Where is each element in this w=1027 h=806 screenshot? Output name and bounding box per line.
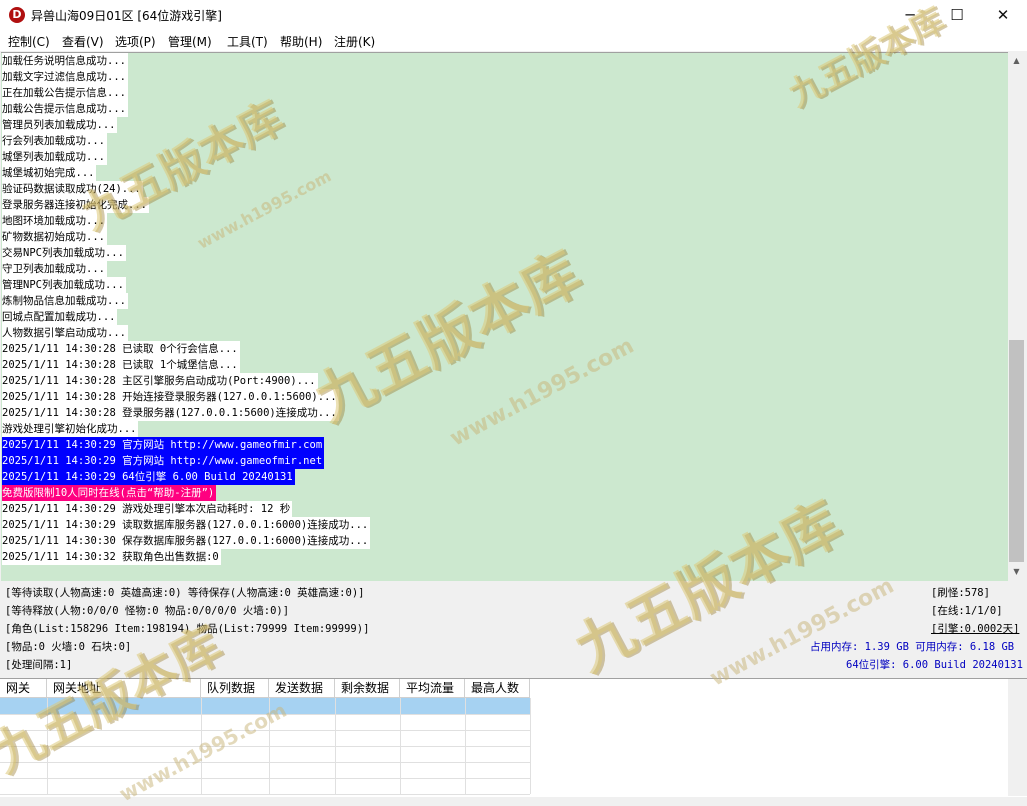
status-role-item: [角色(List:158296 Item:198194) 物品(List:799…: [5, 623, 370, 635]
status-refresh-monster: [刷怪:578]: [931, 587, 990, 599]
log-line: 2025/1/11 14:30:29 游戏处理引擎本次启动耗时: 12 秒: [2, 501, 293, 517]
column-header-max-users[interactable]: 最高人数: [465, 679, 530, 698]
scroll-down-arrow-icon[interactable]: ▼: [1008, 563, 1025, 580]
maximize-button[interactable]: ☐: [934, 0, 980, 31]
log-output[interactable]: 加载任务说明信息成功... 加载文字过滤信息成功... 正在加载公告提示信息... 加…: [1, 52, 1008, 581]
log-line: 2025/1/11 14:30:29 64位引擎 6.00 Build 2024…: [2, 469, 295, 485]
log-line: 守卫列表加载成功...: [2, 261, 107, 277]
log-line: 人物数据引擎启动成功...: [2, 325, 128, 341]
table-row[interactable]: [0, 762, 531, 779]
scroll-thumb[interactable]: [1009, 340, 1024, 562]
scroll-up-arrow-icon[interactable]: ▲: [1008, 52, 1025, 69]
menu-register[interactable]: 注册(K): [334, 33, 375, 50]
log-line: 正在加载公告提示信息...: [2, 85, 128, 101]
menu-bar: 控制(C) 查看(V) 选项(P) 管理(M) 工具(T) 帮助(H) 注册(K…: [0, 31, 1027, 51]
log-line: 登录服务器连接初始化完成...: [2, 197, 149, 213]
status-objects: [物品:0 火墙:0 石块:0]: [5, 641, 132, 653]
table-row[interactable]: [0, 714, 531, 731]
status-engine-uptime[interactable]: [引擎:0.0002天]: [931, 620, 1019, 638]
table-cell[interactable]: [0, 698, 531, 714]
table-cell[interactable]: [0, 778, 531, 794]
table-cell[interactable]: [0, 730, 531, 746]
title-bar: D 异兽山海09日01区 [64位游戏引擎] ─ ☐ ✕: [0, 0, 1027, 31]
column-header-remain-data[interactable]: 剩余数据: [335, 679, 400, 698]
menu-tools[interactable]: 工具(T): [227, 33, 268, 50]
log-line: 2025/1/11 14:30:28 登录服务器(127.0.0.1:5600)…: [2, 405, 339, 421]
log-line: 2025/1/11 14:30:29 官方网站 http://www.gameo…: [2, 437, 325, 453]
minimize-button[interactable]: ─: [887, 0, 933, 31]
column-header-queue-data[interactable]: 队列数据: [201, 679, 269, 698]
status-interval: [处理间隔:1]: [5, 659, 73, 671]
log-line: 免费版限制10人同时在线(点击“帮助-注册”): [2, 485, 217, 501]
table-row[interactable]: [0, 746, 531, 763]
log-line: 2025/1/11 14:30:28 主区引擎服务启动成功(Port:4900)…: [2, 373, 318, 389]
log-line: 行会列表加载成功...: [2, 133, 107, 149]
table-cell[interactable]: [0, 746, 531, 762]
table-cell[interactable]: [0, 762, 531, 778]
table-row[interactable]: [0, 698, 531, 715]
log-line: 加载公告提示信息成功...: [2, 101, 128, 117]
log-line: 2025/1/11 14:30:28 开始连接登录服务器(127.0.0.1:5…: [2, 389, 339, 405]
log-scrollbar[interactable]: ▲ ▼: [1008, 52, 1025, 580]
log-line: 地图环境加载成功...: [2, 213, 107, 229]
log-line: 加载文字过滤信息成功...: [2, 69, 128, 85]
log-line: 2025/1/11 14:30:32 获取角色出售数据:0: [2, 549, 221, 565]
log-line: 城堡列表加载成功...: [2, 149, 107, 165]
column-header-send-data[interactable]: 发送数据: [269, 679, 335, 698]
log-line: 回城点配置加载成功...: [2, 309, 118, 325]
log-line: 2025/1/11 14:30:30 保存数据库服务器(127.0.0.1:60…: [2, 533, 371, 549]
menu-help[interactable]: 帮助(H): [280, 33, 322, 50]
log-line: 交易NPC列表加载成功...: [2, 245, 126, 261]
log-line: 2025/1/11 14:30:29 官方网站 http://www.gameo…: [2, 453, 325, 469]
app-icon[interactable]: D: [9, 7, 25, 23]
status-online: [在线:1/1/0]: [931, 605, 1003, 617]
status-memory: 占用内存: 1.39 GB 可用内存: 6.18 GB: [810, 641, 1015, 653]
log-line: 2025/1/11 14:30:28 已读取 0个行会信息...: [2, 341, 240, 357]
gateway-table[interactable]: 网关 网关地址 队列数据 发送数据 剩余数据 平均流量 最高人数: [0, 678, 1027, 797]
status-version: 64位引擎: 6.00 Build 20240131: [846, 659, 1023, 671]
window-title: 异兽山海09日01区 [64位游戏引擎]: [31, 9, 222, 23]
table-scrollbar[interactable]: [1008, 679, 1027, 796]
table-cell[interactable]: [0, 714, 531, 730]
menu-manage[interactable]: 管理(M): [168, 33, 212, 50]
log-line: 炼制物品信息加载成功...: [2, 293, 128, 309]
log-line: 验证码数据读取成功(24)...: [2, 181, 143, 197]
column-header-avg-traffic[interactable]: 平均流量: [400, 679, 465, 698]
table-row[interactable]: [0, 778, 531, 795]
log-line: 游戏处理引擎初始化成功...: [2, 421, 139, 437]
log-line: 2025/1/11 14:30:29 读取数据库服务器(127.0.0.1:60…: [2, 517, 371, 533]
status-panel: [等待读取(人物高速:0 英雄高速:0) 等待保存(人物高速:0 英雄高速:0)…: [0, 582, 1027, 678]
menu-control[interactable]: 控制(C): [8, 33, 50, 50]
table-row[interactable]: [0, 730, 531, 747]
status-wait-release: [等待释放(人物:0/0/0 怪物:0 物品:0/0/0/0 火墙:0)]: [5, 605, 290, 617]
log-line: 加载任务说明信息成功...: [2, 53, 128, 69]
menu-options[interactable]: 选项(P): [115, 33, 156, 50]
menu-view[interactable]: 查看(V): [62, 33, 104, 50]
log-line: 管理员列表加载成功...: [2, 117, 118, 133]
column-header-gateway[interactable]: 网关: [0, 679, 47, 698]
log-line: 城堡城初始完成...: [2, 165, 97, 181]
log-line: 管理NPC列表加载成功...: [2, 277, 126, 293]
column-header-gateway-address[interactable]: 网关地址: [47, 679, 201, 698]
close-button[interactable]: ✕: [980, 0, 1026, 31]
log-line: 2025/1/11 14:30:28 已读取 1个城堡信息...: [2, 357, 240, 373]
status-wait-read: [等待读取(人物高速:0 英雄高速:0) 等待保存(人物高速:0 英雄高速:0)…: [5, 587, 365, 599]
log-line: 矿物数据初始成功...: [2, 229, 107, 245]
